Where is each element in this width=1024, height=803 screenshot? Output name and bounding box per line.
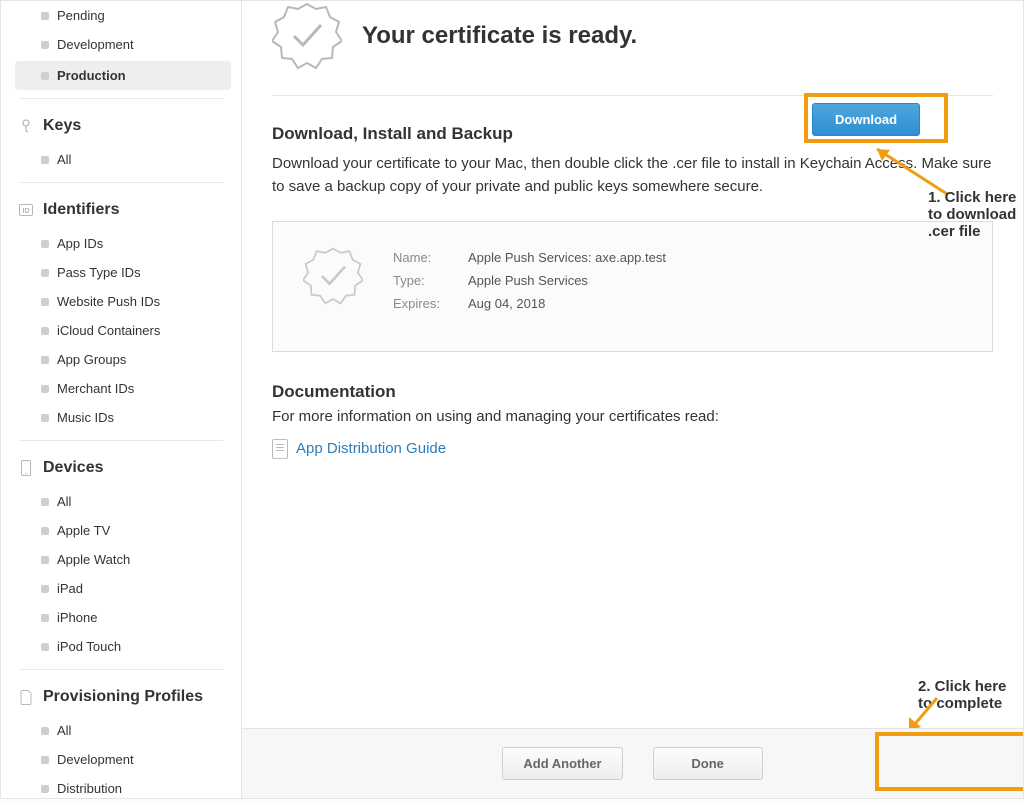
certificate-seal-icon	[272, 1, 342, 71]
annotation-1: 1. Click here to download .cer file	[928, 189, 1023, 240]
sidebar-item-ipod-touch[interactable]: iPod Touch	[1, 632, 241, 661]
field-expires-value: Aug 04, 2018	[468, 292, 666, 315]
sidebar-item-profiles-all[interactable]: All	[1, 716, 241, 745]
id-icon: ID	[19, 204, 33, 216]
done-button[interactable]: Done	[653, 747, 763, 780]
sidebar-item-app-groups[interactable]: App Groups	[1, 345, 241, 374]
field-type-value: Apple Push Services	[468, 269, 666, 292]
sidebar-item-iphone[interactable]: iPhone	[1, 603, 241, 632]
key-icon	[19, 119, 33, 133]
field-type-label: Type:	[393, 269, 468, 292]
field-name-label: Name:	[393, 246, 468, 269]
add-another-button[interactable]: Add Another	[502, 747, 622, 780]
app-distribution-guide-link[interactable]: App Distribution Guide	[296, 440, 446, 457]
sidebar-item-pass-type-ids[interactable]: Pass Type IDs	[1, 258, 241, 287]
device-icon	[19, 460, 33, 476]
main-content: Your certificate is ready. Download, Ins…	[242, 1, 1023, 798]
sidebar-header-profiles: Provisioning Profiles	[1, 678, 241, 716]
svg-text:ID: ID	[23, 208, 30, 215]
sidebar-header-identifiers: ID Identifiers	[1, 191, 241, 229]
sidebar-item-development[interactable]: Development	[1, 30, 241, 59]
document-icon	[272, 439, 288, 459]
sidebar-item-merchant-ids[interactable]: Merchant IDs	[1, 374, 241, 403]
sidebar-item-pending[interactable]: Pending	[1, 1, 241, 30]
download-button[interactable]: Download	[812, 103, 920, 136]
sidebar: Pending Development Production Keys All …	[1, 1, 242, 798]
sidebar-item-app-ids[interactable]: App IDs	[1, 229, 241, 258]
page-title: Your certificate is ready.	[362, 22, 637, 50]
sidebar-item-production[interactable]: Production	[15, 61, 231, 90]
sidebar-item-keys-all[interactable]: All	[1, 145, 241, 174]
sidebar-item-icloud-containers[interactable]: iCloud Containers	[1, 316, 241, 345]
sidebar-item-music-ids[interactable]: Music IDs	[1, 403, 241, 432]
sidebar-header-keys: Keys	[1, 107, 241, 145]
field-name-value: Apple Push Services: axe.app.test	[468, 246, 666, 269]
sidebar-header-devices: Devices	[1, 449, 241, 487]
documentation-desc: For more information on using and managi…	[272, 408, 993, 425]
certificate-card: Name:Apple Push Services: axe.app.test T…	[272, 221, 993, 352]
sidebar-item-ipad[interactable]: iPad	[1, 574, 241, 603]
sidebar-item-profiles-development[interactable]: Development	[1, 745, 241, 774]
profile-icon	[19, 690, 33, 705]
sidebar-item-devices-all[interactable]: All	[1, 487, 241, 516]
certificate-seal-small-icon	[303, 246, 363, 315]
sidebar-item-website-push-ids[interactable]: Website Push IDs	[1, 287, 241, 316]
footer-bar: Add Another Done	[242, 728, 1023, 798]
documentation-title: Documentation	[272, 382, 993, 402]
sidebar-item-apple-tv[interactable]: Apple TV	[1, 516, 241, 545]
sidebar-item-apple-watch[interactable]: Apple Watch	[1, 545, 241, 574]
field-expires-label: Expires:	[393, 292, 468, 315]
